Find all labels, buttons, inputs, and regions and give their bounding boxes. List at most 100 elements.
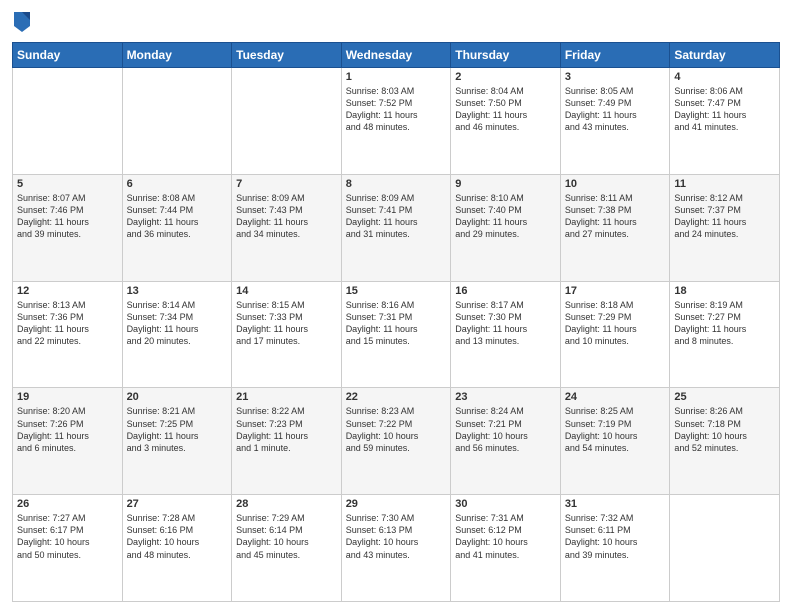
calendar-table: SundayMondayTuesdayWednesdayThursdayFrid… — [12, 42, 780, 602]
day-number: 8 — [346, 178, 447, 190]
day-number: 12 — [17, 285, 118, 297]
day-cell: 17 Sunrise: 8:18 AM Sunset: 7:29 PM Dayli… — [560, 281, 670, 388]
day-cell: 19 Sunrise: 8:20 AM Sunset: 7:26 PM Dayli… — [13, 388, 123, 495]
weekday-friday: Friday — [560, 43, 670, 68]
calendar-container: SundayMondayTuesdayWednesdayThursdayFrid… — [0, 0, 792, 612]
day-cell: 3 Sunrise: 8:05 AM Sunset: 7:49 PM Daylig… — [560, 68, 670, 175]
day-info: Sunrise: 8:26 AM Sunset: 7:18 PM Dayligh… — [674, 405, 775, 454]
day-number: 22 — [346, 391, 447, 403]
day-info: Sunrise: 8:17 AM Sunset: 7:30 PM Dayligh… — [455, 299, 556, 348]
day-number: 4 — [674, 71, 775, 83]
week-row-4: 19 Sunrise: 8:20 AM Sunset: 7:26 PM Dayli… — [13, 388, 780, 495]
day-cell: 31 Sunrise: 7:32 AM Sunset: 6:11 PM Dayli… — [560, 495, 670, 602]
day-cell: 6 Sunrise: 8:08 AM Sunset: 7:44 PM Daylig… — [122, 174, 232, 281]
day-info: Sunrise: 8:12 AM Sunset: 7:37 PM Dayligh… — [674, 192, 775, 241]
logo — [12, 10, 36, 34]
logo-icon — [12, 10, 32, 34]
day-info: Sunrise: 8:09 AM Sunset: 7:43 PM Dayligh… — [236, 192, 337, 241]
day-number: 18 — [674, 285, 775, 297]
weekday-thursday: Thursday — [451, 43, 561, 68]
day-number: 31 — [565, 498, 666, 510]
day-number: 14 — [236, 285, 337, 297]
day-info: Sunrise: 7:28 AM Sunset: 6:16 PM Dayligh… — [127, 512, 228, 561]
day-info: Sunrise: 8:21 AM Sunset: 7:25 PM Dayligh… — [127, 405, 228, 454]
week-row-2: 5 Sunrise: 8:07 AM Sunset: 7:46 PM Daylig… — [13, 174, 780, 281]
day-info: Sunrise: 8:20 AM Sunset: 7:26 PM Dayligh… — [17, 405, 118, 454]
day-info: Sunrise: 7:32 AM Sunset: 6:11 PM Dayligh… — [565, 512, 666, 561]
day-info: Sunrise: 8:15 AM Sunset: 7:33 PM Dayligh… — [236, 299, 337, 348]
day-cell: 9 Sunrise: 8:10 AM Sunset: 7:40 PM Daylig… — [451, 174, 561, 281]
day-number: 19 — [17, 391, 118, 403]
day-info: Sunrise: 8:03 AM Sunset: 7:52 PM Dayligh… — [346, 85, 447, 134]
day-cell: 25 Sunrise: 8:26 AM Sunset: 7:18 PM Dayli… — [670, 388, 780, 495]
week-row-1: 1 Sunrise: 8:03 AM Sunset: 7:52 PM Daylig… — [13, 68, 780, 175]
day-number: 24 — [565, 391, 666, 403]
day-info: Sunrise: 7:27 AM Sunset: 6:17 PM Dayligh… — [17, 512, 118, 561]
day-info: Sunrise: 8:10 AM Sunset: 7:40 PM Dayligh… — [455, 192, 556, 241]
day-number: 20 — [127, 391, 228, 403]
day-cell — [232, 68, 342, 175]
day-cell: 12 Sunrise: 8:13 AM Sunset: 7:36 PM Dayli… — [13, 281, 123, 388]
day-info: Sunrise: 8:16 AM Sunset: 7:31 PM Dayligh… — [346, 299, 447, 348]
day-info: Sunrise: 8:04 AM Sunset: 7:50 PM Dayligh… — [455, 85, 556, 134]
weekday-sunday: Sunday — [13, 43, 123, 68]
day-cell: 10 Sunrise: 8:11 AM Sunset: 7:38 PM Dayli… — [560, 174, 670, 281]
day-info: Sunrise: 8:13 AM Sunset: 7:36 PM Dayligh… — [17, 299, 118, 348]
day-info: Sunrise: 8:24 AM Sunset: 7:21 PM Dayligh… — [455, 405, 556, 454]
day-number: 26 — [17, 498, 118, 510]
day-number: 23 — [455, 391, 556, 403]
day-cell: 30Sunrise: 7:31 AM Sunset: 6:12 PM Dayli… — [451, 495, 561, 602]
day-number: 25 — [674, 391, 775, 403]
day-number: 27 — [127, 498, 228, 510]
day-info: Sunrise: 8:25 AM Sunset: 7:19 PM Dayligh… — [565, 405, 666, 454]
day-info: Sunrise: 8:19 AM Sunset: 7:27 PM Dayligh… — [674, 299, 775, 348]
day-number: 7 — [236, 178, 337, 190]
day-cell: 22 Sunrise: 8:23 AM Sunset: 7:22 PM Dayli… — [341, 388, 451, 495]
day-cell: 27 Sunrise: 7:28 AM Sunset: 6:16 PM Dayli… — [122, 495, 232, 602]
day-cell: 20 Sunrise: 8:21 AM Sunset: 7:25 PM Dayli… — [122, 388, 232, 495]
day-info: Sunrise: 8:14 AM Sunset: 7:34 PM Dayligh… — [127, 299, 228, 348]
day-cell: 1 Sunrise: 8:03 AM Sunset: 7:52 PM Daylig… — [341, 68, 451, 175]
day-info: Sunrise: 7:29 AM Sunset: 6:14 PM Dayligh… — [236, 512, 337, 561]
day-number: 17 — [565, 285, 666, 297]
day-info: Sunrise: 7:31 AM Sunset: 6:12 PM Dayligh… — [455, 512, 556, 561]
day-number: 28 — [236, 498, 337, 510]
week-row-5: 26 Sunrise: 7:27 AM Sunset: 6:17 PM Dayli… — [13, 495, 780, 602]
day-cell — [13, 68, 123, 175]
day-number: 13 — [127, 285, 228, 297]
day-cell — [670, 495, 780, 602]
day-cell: 26 Sunrise: 7:27 AM Sunset: 6:17 PM Dayli… — [13, 495, 123, 602]
weekday-saturday: Saturday — [670, 43, 780, 68]
day-info: Sunrise: 8:18 AM Sunset: 7:29 PM Dayligh… — [565, 299, 666, 348]
day-cell: 21Sunrise: 8:22 AM Sunset: 7:23 PM Dayli… — [232, 388, 342, 495]
day-cell: 2Sunrise: 8:04 AM Sunset: 7:50 PM Daylig… — [451, 68, 561, 175]
day-info: Sunrise: 8:07 AM Sunset: 7:46 PM Dayligh… — [17, 192, 118, 241]
day-number: 15 — [346, 285, 447, 297]
week-row-3: 12 Sunrise: 8:13 AM Sunset: 7:36 PM Dayli… — [13, 281, 780, 388]
day-info: Sunrise: 8:23 AM Sunset: 7:22 PM Dayligh… — [346, 405, 447, 454]
weekday-wednesday: Wednesday — [341, 43, 451, 68]
day-cell: 16 Sunrise: 8:17 AM Sunset: 7:30 PM Dayli… — [451, 281, 561, 388]
day-cell: 7 Sunrise: 8:09 AM Sunset: 7:43 PM Daylig… — [232, 174, 342, 281]
day-number: 5 — [17, 178, 118, 190]
day-number: 10 — [565, 178, 666, 190]
day-cell: 24 Sunrise: 8:25 AM Sunset: 7:19 PM Dayli… — [560, 388, 670, 495]
day-number: 9 — [455, 178, 556, 190]
day-info: Sunrise: 8:08 AM Sunset: 7:44 PM Dayligh… — [127, 192, 228, 241]
day-number: 11 — [674, 178, 775, 190]
day-number: 21 — [236, 391, 337, 403]
day-info: Sunrise: 8:09 AM Sunset: 7:41 PM Dayligh… — [346, 192, 447, 241]
day-number: 3 — [565, 71, 666, 83]
day-number: 16 — [455, 285, 556, 297]
weekday-monday: Monday — [122, 43, 232, 68]
day-info: Sunrise: 8:05 AM Sunset: 7:49 PM Dayligh… — [565, 85, 666, 134]
day-cell: 29Sunrise: 7:30 AM Sunset: 6:13 PM Dayli… — [341, 495, 451, 602]
day-cell: 28 Sunrise: 7:29 AM Sunset: 6:14 PM Dayli… — [232, 495, 342, 602]
day-number: 1 — [346, 71, 447, 83]
day-cell: 8 Sunrise: 8:09 AM Sunset: 7:41 PM Daylig… — [341, 174, 451, 281]
header — [12, 10, 780, 34]
day-number: 6 — [127, 178, 228, 190]
day-number: 29 — [346, 498, 447, 510]
day-cell: 13 Sunrise: 8:14 AM Sunset: 7:34 PM Dayli… — [122, 281, 232, 388]
day-info: Sunrise: 8:11 AM Sunset: 7:38 PM Dayligh… — [565, 192, 666, 241]
